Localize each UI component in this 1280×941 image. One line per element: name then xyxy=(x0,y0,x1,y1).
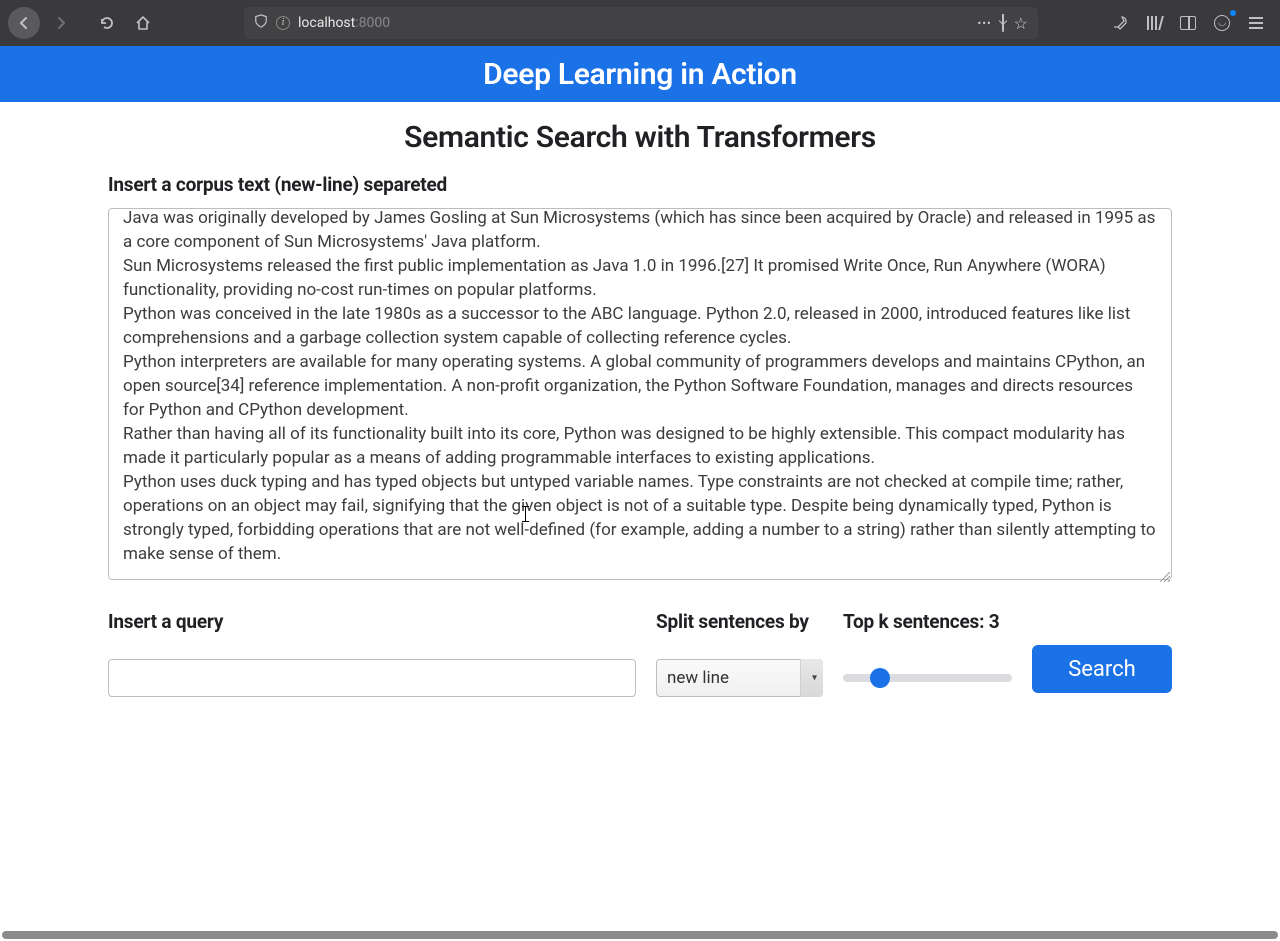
devtools-icon[interactable] xyxy=(1104,8,1136,38)
horizontal-scrollbar[interactable] xyxy=(2,931,1278,939)
corpus-textarea[interactable] xyxy=(108,208,1172,580)
browser-toolbar: i localhost:8000 ••• ☆ ◡ xyxy=(0,0,1280,46)
page-title: Semantic Search with Transformers xyxy=(108,120,1172,155)
page-content: Semantic Search with Transformers Insert… xyxy=(0,102,1280,697)
menu-button[interactable] xyxy=(1240,8,1272,38)
home-button[interactable] xyxy=(128,8,158,38)
split-label: Split sentences by xyxy=(656,610,823,633)
query-input[interactable] xyxy=(108,659,636,697)
forward-button[interactable] xyxy=(46,8,76,38)
pocket-icon[interactable] xyxy=(1002,15,1004,31)
url-text: localhost:8000 xyxy=(298,15,970,31)
split-select[interactable]: new line xyxy=(656,659,823,697)
back-button[interactable] xyxy=(8,7,40,39)
corpus-label: Insert a corpus text (new-line) separete… xyxy=(108,173,1172,196)
query-label: Insert a query xyxy=(108,610,636,633)
topk-label: Top k sentences: 3 xyxy=(843,610,1012,633)
topk-value: 3 xyxy=(989,610,1000,633)
profile-icon[interactable]: ◡ xyxy=(1206,8,1238,38)
app-title: Deep Learning in Action xyxy=(483,57,797,92)
library-icon[interactable] xyxy=(1138,8,1170,38)
shield-icon xyxy=(254,14,268,32)
sidebar-icon[interactable] xyxy=(1172,8,1204,38)
slider-thumb[interactable] xyxy=(870,668,890,688)
reload-button[interactable] xyxy=(92,8,122,38)
search-button[interactable]: Search xyxy=(1032,645,1172,693)
bookmark-star-icon[interactable]: ☆ xyxy=(1014,14,1028,33)
address-bar[interactable]: i localhost:8000 ••• ☆ xyxy=(244,7,1038,39)
app-header: Deep Learning in Action xyxy=(0,46,1280,102)
page-actions-ellipsis[interactable]: ••• xyxy=(978,17,992,30)
topk-slider[interactable] xyxy=(843,674,1012,682)
info-icon[interactable]: i xyxy=(276,16,290,30)
